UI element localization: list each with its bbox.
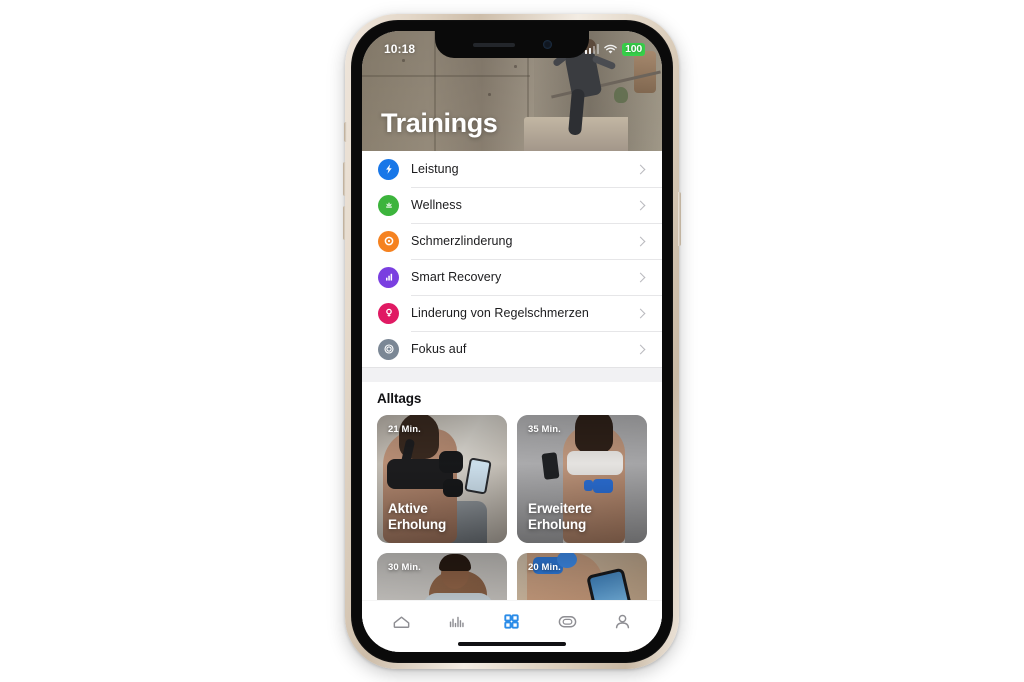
workout-card-aktive-erholung[interactable]: 21 Min. Aktive Erholung bbox=[377, 415, 507, 543]
list-item-schmerzlinderung[interactable]: Schmerzlinderung bbox=[362, 223, 662, 259]
chevron-right-icon bbox=[635, 200, 646, 210]
earpiece-speaker-icon bbox=[472, 42, 515, 47]
phone-screen: 10:18 100 Trainings Leistung Wellness Sc… bbox=[362, 31, 662, 652]
list-item-fokus-auf[interactable]: Fokus auf bbox=[362, 331, 662, 367]
section-divider bbox=[362, 367, 662, 382]
card-title: Aktive Erholung bbox=[388, 501, 446, 533]
device-notch bbox=[435, 31, 589, 58]
card-title-line2: Erholung bbox=[528, 517, 587, 533]
tab-stats[interactable] bbox=[435, 605, 479, 639]
grid-icon bbox=[504, 614, 520, 629]
battery-percentage-badge: 100 bbox=[622, 42, 645, 56]
person-icon bbox=[615, 614, 629, 629]
list-item-label: Schmerzlinderung bbox=[411, 234, 513, 248]
card-title-line1: Erweiterte bbox=[528, 501, 592, 517]
phone-bezel: 10:18 100 Trainings Leistung Wellness Sc… bbox=[351, 20, 673, 663]
program-list: Leistung Wellness Schmerzlinderung Smart… bbox=[362, 151, 662, 367]
lightning-bolt-icon bbox=[378, 158, 399, 180]
tab-profile[interactable] bbox=[600, 605, 644, 639]
list-item-regelschmerzen[interactable]: Linderung von Regelschmerzen bbox=[362, 295, 662, 331]
volume-down-button[interactable] bbox=[343, 206, 346, 240]
card-duration-label: 20 Min. bbox=[528, 562, 561, 573]
lotus-icon bbox=[378, 194, 399, 216]
phone-device-frame: 10:18 100 Trainings Leistung Wellness Sc… bbox=[343, 14, 681, 669]
list-item-label: Smart Recovery bbox=[411, 270, 502, 284]
list-item-label: Linderung von Regelschmerzen bbox=[411, 306, 589, 320]
venus-symbol-icon bbox=[378, 302, 399, 324]
home-icon bbox=[393, 616, 410, 628]
workout-card-erweiterte-erholung[interactable]: 35 Min. Erweiterte Erholung bbox=[517, 415, 647, 543]
chevron-right-icon bbox=[635, 272, 646, 282]
bar-chart-icon bbox=[450, 616, 464, 628]
target-ring-icon bbox=[378, 230, 399, 252]
power-button[interactable] bbox=[678, 192, 681, 246]
front-camera-icon bbox=[542, 40, 552, 49]
chevron-right-icon bbox=[635, 308, 646, 318]
card-duration-label: 21 Min. bbox=[388, 424, 421, 435]
list-item-smart-recovery[interactable]: Smart Recovery bbox=[362, 259, 662, 295]
list-item-leistung[interactable]: Leistung bbox=[362, 151, 662, 187]
list-item-label: Fokus auf bbox=[411, 342, 467, 356]
silent-switch-button[interactable] bbox=[344, 122, 347, 142]
volume-up-button[interactable] bbox=[343, 162, 346, 196]
status-bar-time: 10:18 bbox=[384, 42, 416, 56]
chevron-right-icon bbox=[635, 164, 646, 174]
card-duration-label: 35 Min. bbox=[528, 424, 561, 435]
home-indicator[interactable] bbox=[458, 642, 566, 646]
card-title-line2: Erholung bbox=[388, 517, 447, 533]
chevron-right-icon bbox=[635, 236, 646, 246]
section-title: Alltags bbox=[377, 391, 422, 406]
app-scroll-container[interactable]: 10:18 100 Trainings Leistung Wellness Sc… bbox=[362, 31, 662, 652]
tab-device[interactable] bbox=[545, 605, 589, 639]
bar-chart-icon bbox=[378, 266, 399, 288]
tab-home[interactable] bbox=[380, 605, 424, 639]
device-oval-icon bbox=[558, 616, 576, 628]
list-item-wellness[interactable]: Wellness bbox=[362, 187, 662, 223]
list-item-label: Leistung bbox=[411, 162, 459, 176]
card-title: Erweiterte Erholung bbox=[528, 501, 592, 533]
wifi-icon bbox=[604, 44, 617, 54]
card-duration-label: 30 Min. bbox=[388, 562, 421, 573]
status-bar-indicators: 100 bbox=[584, 42, 645, 56]
card-title-line1: Aktive bbox=[388, 501, 428, 517]
page-title: Trainings bbox=[381, 108, 498, 138]
list-item-label: Wellness bbox=[411, 198, 462, 212]
tab-trainings[interactable] bbox=[490, 605, 534, 639]
concentric-circles-icon bbox=[378, 338, 399, 360]
chevron-right-icon bbox=[635, 344, 646, 354]
screenshot-stage: 10:18 100 Trainings Leistung Wellness Sc… bbox=[0, 0, 1024, 682]
